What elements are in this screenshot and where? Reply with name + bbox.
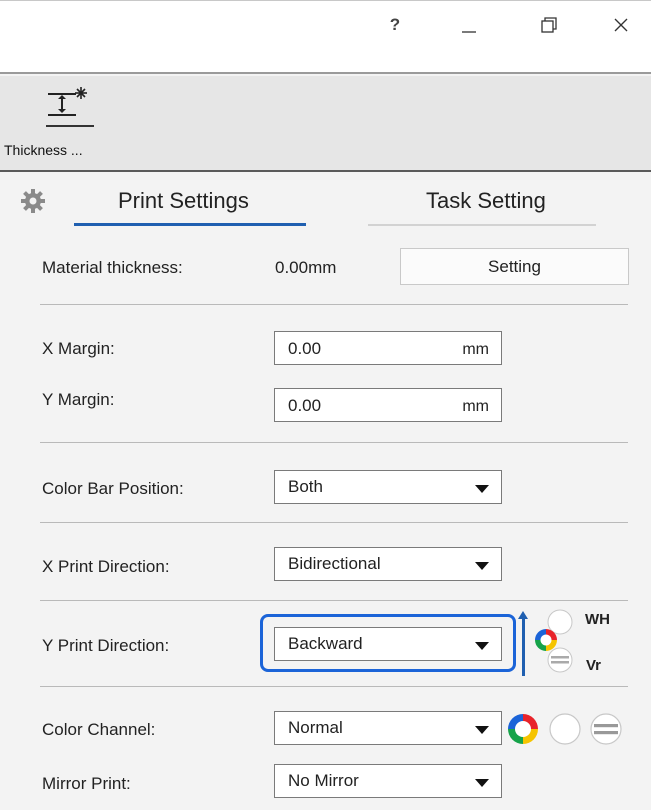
direction-bar [522,618,525,676]
white-ink-icon[interactable] [547,711,583,747]
restore-button[interactable] [526,10,572,40]
divider [40,522,628,523]
wh-label: WH [585,611,610,628]
x-margin-label: X Margin: [42,339,115,358]
gear-icon[interactable] [20,188,46,214]
color-bar-position-label: Color Bar Position: [42,479,184,498]
y-print-direction-value: Backward [288,634,363,653]
help-label: ? [389,15,401,34]
chevron-down-icon [475,779,489,787]
y-margin-value: 0.00 [288,396,322,415]
x-print-direction-value: Bidirectional [288,554,381,573]
color-channel-value: Normal [288,718,343,737]
title-bar: ? [0,0,651,74]
chevron-down-icon [475,485,489,493]
thickness-button[interactable]: Thickness ... [4,80,104,166]
mirror-print-select[interactable]: No Mirror [274,764,502,798]
title-bar-border [0,0,651,1]
chevron-down-icon [475,642,489,650]
vr-label: Vr [586,657,602,674]
thickness-icon [46,87,94,127]
y-print-direction-select[interactable]: Backward [274,627,502,661]
color-channel-label: Color Channel: [42,720,156,739]
minimize-icon [462,31,476,33]
y-print-direction-label: Y Print Direction: [42,636,170,655]
material-thickness-label: Material thickness: [42,258,183,277]
help-button[interactable]: ? [372,10,418,40]
material-thickness-value: 0.00mm [275,258,337,277]
x-margin-unit: mm [462,341,489,358]
y-margin-field[interactable]: 0.00 mm [274,388,502,422]
mirror-print-value: No Mirror [288,771,359,790]
setting-button-label: Setting [488,256,541,276]
active-tab-indicator [74,223,306,226]
color-bar-position-value: Both [288,477,323,496]
color-channel-select[interactable]: Normal [274,711,502,745]
close-icon [614,18,628,32]
x-margin-value: 0.00 [288,339,322,358]
mirror-print-label: Mirror Print: [42,774,131,793]
inactive-tab-indicator [368,224,596,226]
settings-tabs: Print Settings Task Setting [0,174,651,232]
x-margin-field[interactable]: 0.00 mm [274,331,502,365]
y-margin-label: Y Margin: [42,390,115,409]
tab-print-settings[interactable]: Print Settings [118,188,249,214]
thickness-label: Thickness ... [4,142,83,158]
x-print-direction-select[interactable]: Bidirectional [274,547,502,581]
chevron-down-icon [475,562,489,570]
x-print-direction-label: X Print Direction: [42,557,170,576]
tab-task-setting[interactable]: Task Setting [426,188,546,214]
divider [40,686,628,687]
ink-layer-icon[interactable] [528,608,584,676]
divider [40,600,628,601]
minimize-button[interactable] [446,10,492,40]
color-ink-icon[interactable] [506,712,540,746]
color-bar-position-select[interactable]: Both [274,470,502,504]
divider [40,442,628,443]
y-margin-unit: mm [462,398,489,415]
varnish-ink-icon[interactable] [588,711,624,747]
divider [40,304,628,305]
ribbon-toolbar: Thickness ... [0,76,651,172]
setting-button[interactable]: Setting [400,248,629,285]
chevron-down-icon [475,726,489,734]
restore-icon [541,17,557,33]
close-button[interactable] [598,10,644,40]
